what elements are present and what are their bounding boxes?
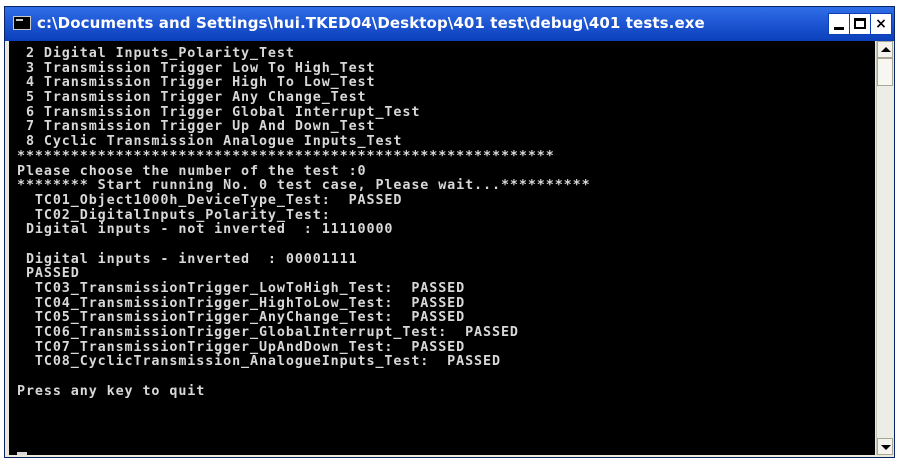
console-window: c:\Documents and Settings\hui.TKED04\Des… bbox=[4, 6, 895, 458]
maximize-icon bbox=[854, 18, 866, 29]
console-line: Please choose the number of the test :0 bbox=[17, 163, 367, 179]
console-line: 8 Cyclic Transmission Analogue Inputs_Te… bbox=[17, 134, 403, 150]
console-line: Digital inputs - not inverted : 11110000 bbox=[17, 222, 394, 238]
console-line: 7 Transmission Trigger Up And Down_Test bbox=[17, 119, 376, 135]
close-button[interactable]: × bbox=[870, 13, 892, 35]
console-line: TC03_TransmissionTrigger_LowToHigh_Test:… bbox=[17, 281, 466, 296]
scroll-down-button[interactable] bbox=[877, 438, 893, 455]
window-title: c:\Documents and Settings\hui.TKED04\Des… bbox=[37, 14, 705, 32]
console-line: TC06_TransmissionTrigger_GlobalInterrupt… bbox=[17, 325, 519, 341]
maximize-button[interactable] bbox=[849, 13, 871, 35]
scroll-down-arrow-icon bbox=[881, 445, 891, 450]
minimize-icon bbox=[834, 27, 844, 30]
scroll-thumb[interactable] bbox=[877, 58, 893, 86]
console-line: 4 Transmission Trigger High To Low_Test bbox=[17, 75, 376, 91]
console-output[interactable]: 2 Digital Inputs_Polarity_Test 3 Transmi… bbox=[9, 41, 875, 455]
console-line: 5 Transmission Trigger Any Change_Test bbox=[17, 90, 367, 106]
console-line: TC08_CyclicTransmission_AnalogueInputs_T… bbox=[17, 354, 501, 370]
console-icon[interactable] bbox=[13, 16, 31, 30]
text-cursor bbox=[17, 452, 27, 455]
console-line: Digital inputs - inverted : 00001111 bbox=[17, 251, 358, 267]
vertical-scrollbar[interactable] bbox=[876, 41, 893, 455]
scroll-up-arrow-icon bbox=[881, 47, 891, 52]
console-line: TC05_TransmissionTrigger_AnyChange_Test:… bbox=[17, 310, 466, 326]
console-line: ****************************************… bbox=[17, 148, 555, 164]
console-line: PASSED bbox=[17, 266, 80, 282]
title-bar[interactable]: c:\Documents and Settings\hui.TKED04\Des… bbox=[5, 7, 894, 41]
minimize-button[interactable] bbox=[828, 13, 850, 35]
close-icon: × bbox=[875, 16, 887, 32]
console-line: Press any key to quit bbox=[17, 383, 206, 399]
console-line: 2 Digital Inputs_Polarity_Test bbox=[17, 46, 295, 61]
console-line: TC01_Object1000h_DeviceType_Test: PASSED bbox=[17, 192, 403, 208]
console-line: ******** Start running No. 0 test case, … bbox=[17, 178, 591, 194]
console-text: 2 Digital Inputs_Polarity_Test 3 Transmi… bbox=[17, 46, 591, 400]
scroll-up-button[interactable] bbox=[877, 41, 893, 58]
